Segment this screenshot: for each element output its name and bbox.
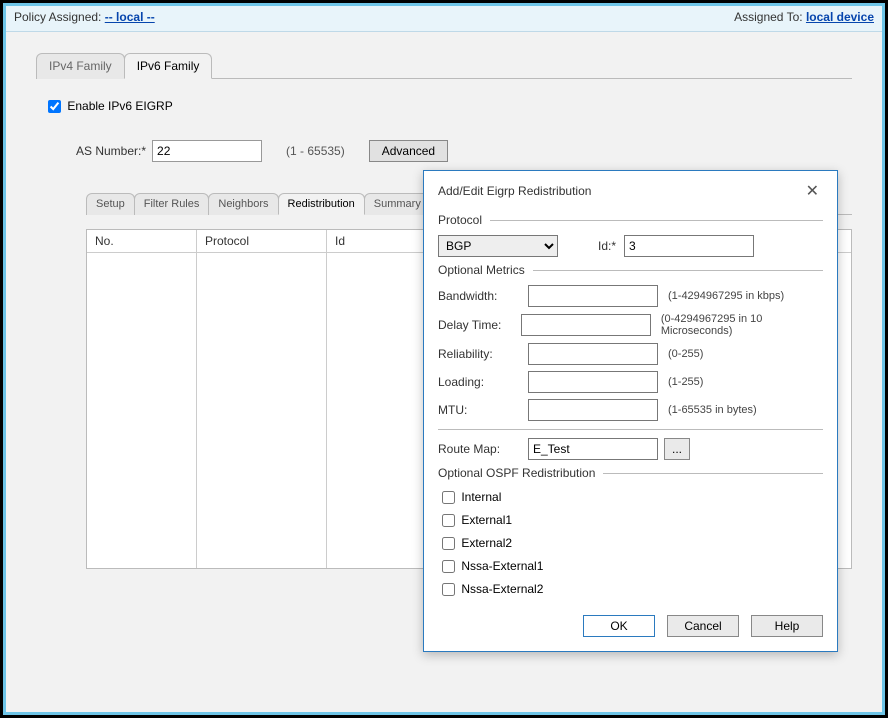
loading-hint: (1-255) [668,376,703,388]
ospf-nssa-external2-label: Nssa-External2 [461,582,543,596]
close-icon[interactable]: ✕ [802,181,823,201]
as-number-range: (1 - 65535) [286,144,345,158]
advanced-button[interactable]: Advanced [369,140,448,162]
protocol-section-label: Protocol [438,213,823,227]
id-label: Id:* [598,239,616,253]
cancel-button[interactable]: Cancel [667,615,739,637]
ospf-nssa-external1-label: Nssa-External1 [461,559,543,573]
tab-setup[interactable]: Setup [86,193,135,215]
enable-ipv6-eigrp-checkbox[interactable]: Enable IPv6 EIGRP [44,99,173,113]
delay-input[interactable] [521,314,651,336]
loading-input[interactable] [528,371,658,393]
top-bar: Policy Assigned: -- local -- Assigned To… [6,6,882,32]
bandwidth-input[interactable] [528,285,658,307]
col-header-protocol[interactable]: Protocol [197,230,326,253]
id-input[interactable] [624,235,754,257]
ospf-external2-label: External2 [461,536,512,550]
protocol-select[interactable]: BGP [438,235,558,257]
assigned-to-label: Assigned To: [734,10,803,24]
optional-ospf-section-label: Optional OSPF Redistribution [438,466,823,480]
family-tabs: IPv4 Family IPv6 Family [36,52,852,79]
ospf-nssa-external1-checkbox[interactable]: Nssa-External1 [438,559,543,573]
tab-neighbors[interactable]: Neighbors [208,193,278,215]
routemap-input[interactable] [528,438,658,460]
mtu-hint: (1-65535 in bytes) [668,404,757,416]
ospf-external2-checkbox[interactable]: External2 [438,536,512,550]
bandwidth-label: Bandwidth: [438,289,528,303]
add-edit-eigrp-redistribution-dialog: Add/Edit Eigrp Redistribution ✕ Protocol… [423,170,838,652]
mtu-label: MTU: [438,403,528,417]
tab-ipv6-family[interactable]: IPv6 Family [124,53,213,79]
ospf-internal-checkbox[interactable]: Internal [438,490,501,504]
enable-ipv6-eigrp-label: Enable IPv6 EIGRP [67,99,172,113]
routemap-label: Route Map: [438,442,528,456]
loading-label: Loading: [438,375,528,389]
delay-label: Delay Time: [438,318,521,332]
reliability-label: Reliability: [438,347,528,361]
routemap-browse-button[interactable]: ... [664,438,690,460]
assigned-to-link[interactable]: local device [806,10,874,24]
help-button[interactable]: Help [751,615,823,637]
reliability-input[interactable] [528,343,658,365]
ospf-nssa-external2-checkbox[interactable]: Nssa-External2 [438,582,543,596]
ospf-external1-checkbox[interactable]: External1 [438,513,512,527]
tab-redistribution[interactable]: Redistribution [278,193,365,215]
as-number-label: AS Number:* [76,144,146,158]
ok-button[interactable]: OK [583,615,655,637]
ospf-internal-label: Internal [461,490,501,504]
as-number-input[interactable] [152,140,262,162]
bandwidth-hint: (1-4294967295 in kbps) [668,290,784,302]
mtu-input[interactable] [528,399,658,421]
optional-metrics-section-label: Optional Metrics [438,263,823,277]
tab-ipv4-family[interactable]: IPv4 Family [36,53,125,79]
delay-hint: (0-4294967295 in 10 Microseconds) [661,313,823,337]
tab-filter-rules[interactable]: Filter Rules [134,193,210,215]
policy-assigned-label: Policy Assigned: [14,10,101,24]
col-header-no[interactable]: No. [87,230,196,253]
policy-assigned-link[interactable]: -- local -- [105,10,155,24]
dialog-title: Add/Edit Eigrp Redistribution [438,184,591,198]
ospf-external1-label: External1 [461,513,512,527]
reliability-hint: (0-255) [668,348,703,360]
